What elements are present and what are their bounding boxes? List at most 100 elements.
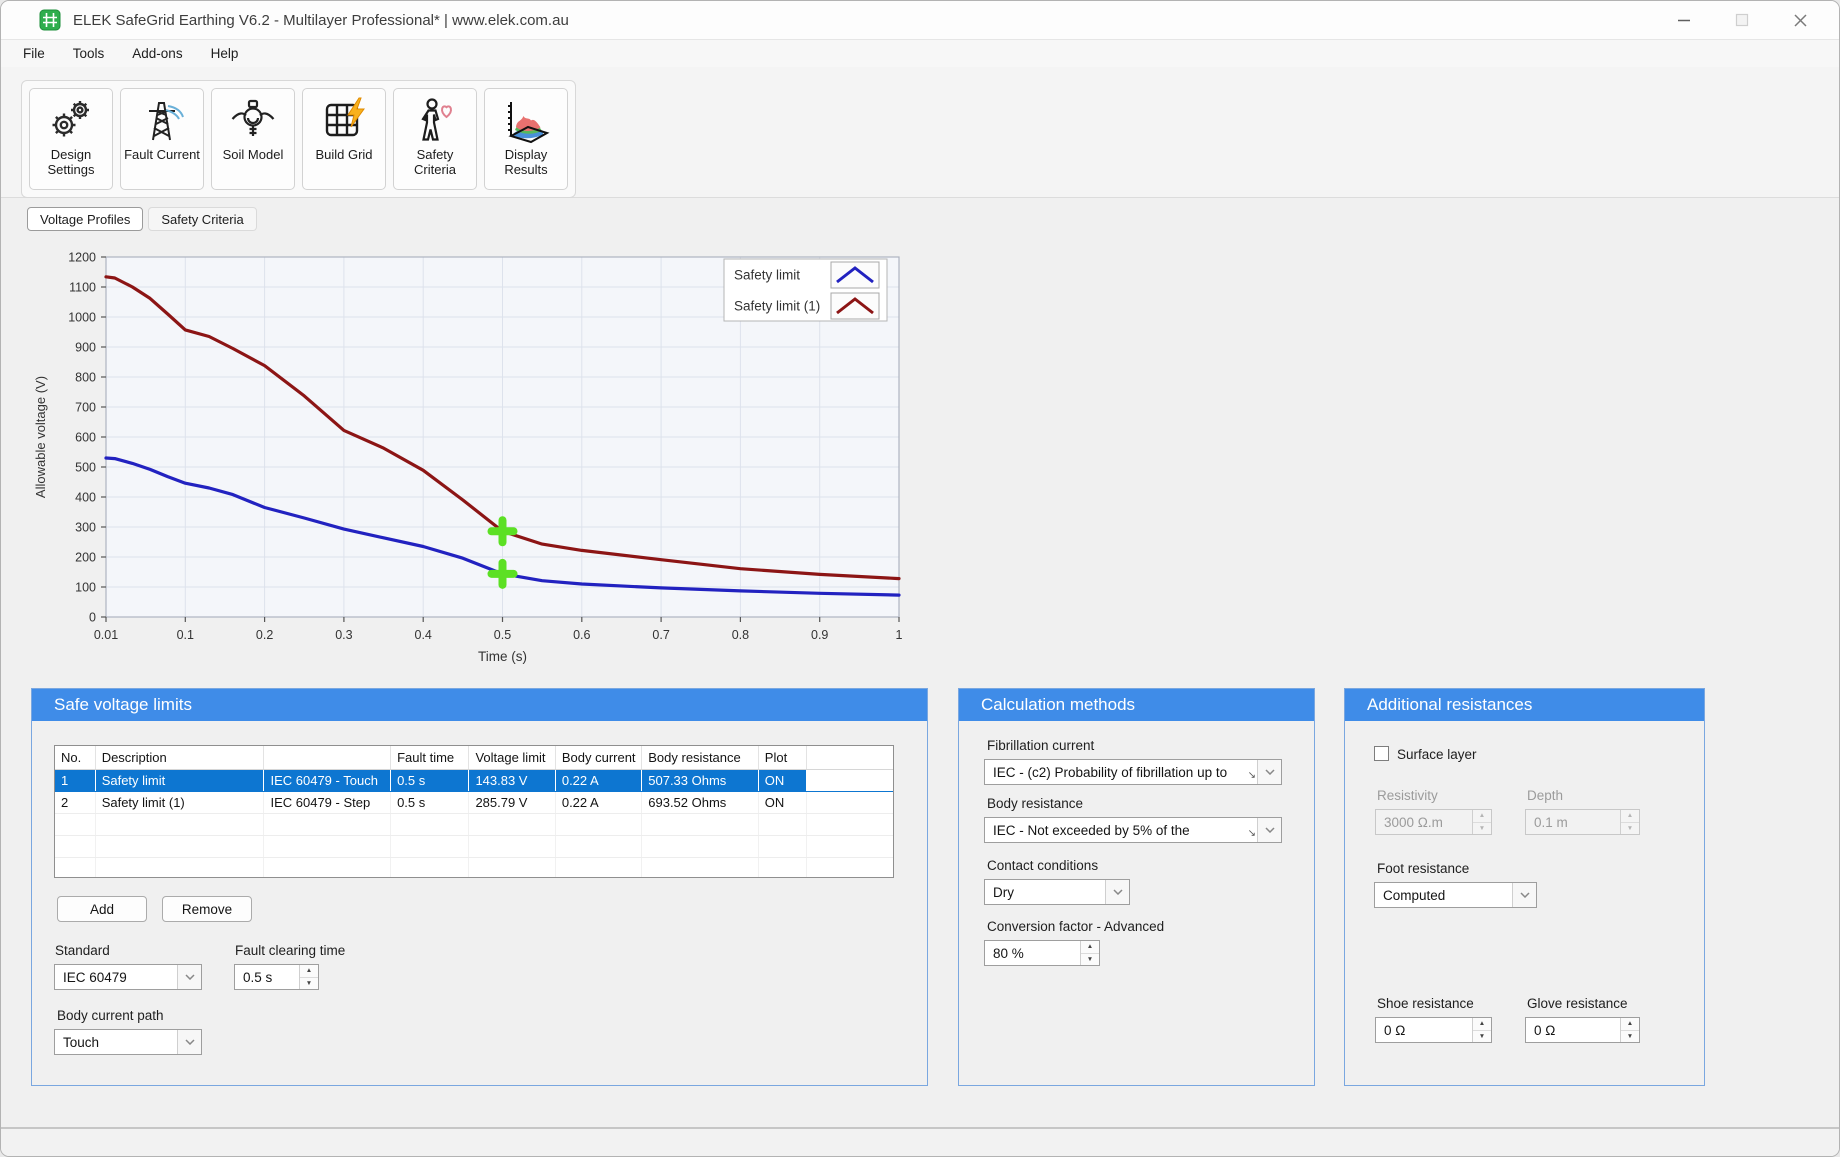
add-button[interactable]: Add [57, 896, 147, 922]
maximize-icon [1735, 13, 1749, 27]
menu-file[interactable]: File [9, 46, 59, 61]
display-results-button[interactable]: Display Results [484, 88, 568, 190]
toolbar-button-label: Design Settings [30, 147, 112, 178]
spin-down-icon: ▼ [1621, 823, 1639, 835]
shoe-resistance-label: Shoe resistance [1377, 996, 1474, 1011]
calculation-methods-panel: Calculation methods Fibrillation current… [958, 688, 1315, 1086]
chevron-down-icon [1512, 883, 1536, 907]
x-tick-label: 0.3 [335, 628, 352, 642]
safe-voltage-limits-panel: Safe voltage limits No.DescriptionFault … [31, 688, 928, 1086]
surface-layer-checkbox[interactable] [1374, 746, 1389, 761]
column-header: Fault time [391, 746, 469, 770]
transmission-tower-icon [138, 96, 186, 144]
fault-clearing-time-label: Fault clearing time [235, 943, 345, 958]
y-tick-label: 1000 [68, 311, 96, 325]
safe-voltage-limits-table: No.DescriptionFault timeVoltage limitBod… [54, 745, 894, 878]
additional-resistances-panel: Additional resistances Surface layer Res… [1344, 688, 1705, 1086]
shoe-resistance-spinner[interactable]: 0 Ω ▲▼ [1375, 1017, 1492, 1043]
y-tick-label: 500 [75, 461, 96, 475]
fault-current-button[interactable]: Fault Current [120, 88, 204, 190]
spin-up-icon: ▲ [1473, 810, 1491, 823]
column-header: Plot [758, 746, 806, 770]
soil-model-button[interactable]: Soil Model [211, 88, 295, 190]
fault-clearing-time-spinner[interactable]: 0.5 s ▲▼ [234, 964, 319, 990]
body-resistance-select[interactable]: IEC - Not exceeded by 5% of the ↘ [984, 817, 1282, 843]
spin-up-icon: ▲ [1621, 1018, 1639, 1031]
y-axis-title: Allowable voltage (V) [33, 376, 48, 498]
table-scrollbar-track[interactable] [807, 746, 893, 770]
y-tick-label: 100 [75, 581, 96, 595]
spin-up-icon: ▲ [300, 965, 318, 978]
standard-label: Standard [55, 943, 110, 958]
chevron-down-icon [177, 1030, 201, 1054]
tab-safety-criteria[interactable]: Safety Criteria [148, 207, 256, 231]
y-tick-label: 0 [89, 611, 96, 625]
spinner-buttons[interactable]: ▲▼ [1620, 1018, 1639, 1042]
foot-resistance-select[interactable]: Computed [1374, 882, 1537, 908]
standard-select[interactable]: IEC 60479 [54, 964, 202, 990]
y-tick-label: 600 [75, 431, 96, 445]
legend-label: Safety limit (1) [734, 299, 820, 314]
table-empty-row [55, 814, 893, 836]
y-tick-label: 1100 [69, 281, 96, 295]
spin-down-icon: ▼ [1621, 1031, 1639, 1043]
chevron-down-icon [1257, 818, 1281, 842]
fibrillation-current-select[interactable]: IEC - (c2) Probability of fibrillation u… [984, 759, 1282, 785]
resistivity-spinner: 3000 Ω.m ▲▼ [1375, 809, 1492, 835]
table-row[interactable]: 2Safety limit (1)IEC 60479 - Step0.5 s28… [55, 792, 893, 814]
spin-down-icon: ▼ [1473, 1031, 1491, 1043]
toolbar-button-label: Build Grid [315, 147, 372, 162]
build-grid-button[interactable]: Build Grid [302, 88, 386, 190]
body-resistance-label: Body resistance [987, 796, 1083, 811]
toolbar-button-label: Display Results [485, 147, 567, 178]
y-tick-label: 300 [75, 521, 96, 535]
surface-plot-icon [502, 96, 550, 144]
design-settings-button[interactable]: Design Settings [29, 88, 113, 190]
maximize-button[interactable] [1713, 1, 1771, 39]
window-title: ELEK SafeGrid Earthing V6.2 - Multilayer… [73, 12, 569, 29]
conversion-factor-label: Conversion factor - Advanced [987, 919, 1164, 934]
remove-button[interactable]: Remove [162, 896, 252, 922]
app-window: ELEK SafeGrid Earthing V6.2 - Multilayer… [0, 0, 1840, 1157]
surface-layer-label: Surface layer [1397, 747, 1477, 762]
glove-resistance-label: Glove resistance [1527, 996, 1628, 1011]
x-tick-label: 0.1 [177, 628, 194, 642]
x-tick-label: 0.8 [732, 628, 749, 642]
y-tick-label: 800 [75, 371, 96, 385]
table-empty-row [55, 836, 893, 858]
depth-label: Depth [1527, 788, 1563, 803]
menu-bar: File Tools Add-ons Help [1, 40, 1839, 67]
table-row[interactable]: 1Safety limitIEC 60479 - Touch0.5 s143.8… [55, 770, 893, 792]
spinner-buttons[interactable]: ▲▼ [1472, 1018, 1491, 1042]
contact-conditions-select[interactable]: Dry [984, 879, 1130, 905]
column-header [264, 746, 391, 770]
voltage-profiles-chart: 0100200300400500600700800900100011001200… [31, 245, 921, 685]
minimize-button[interactable] [1655, 1, 1713, 39]
close-icon [1793, 13, 1808, 28]
x-tick-label: 0.5 [494, 628, 511, 642]
close-button[interactable] [1771, 1, 1829, 39]
menu-tools[interactable]: Tools [59, 46, 119, 61]
menu-help[interactable]: Help [197, 46, 253, 61]
tab-voltage-profiles[interactable]: Voltage Profiles [27, 207, 143, 231]
chevron-down-icon [1105, 880, 1129, 904]
column-header: Description [95, 746, 264, 770]
x-tick-label: 0.7 [652, 628, 669, 642]
glove-resistance-spinner[interactable]: 0 Ω ▲▼ [1525, 1017, 1640, 1043]
spin-down-icon: ▼ [1081, 954, 1099, 966]
spinner-buttons[interactable]: ▲▼ [299, 965, 318, 989]
body-current-path-select[interactable]: Touch [54, 1029, 202, 1055]
spinner-buttons[interactable]: ▲▼ [1080, 941, 1099, 965]
safety-criteria-button[interactable]: Safety Criteria [393, 88, 477, 190]
body-current-path-label: Body current path [57, 1008, 164, 1023]
x-tick-label: 1 [896, 628, 903, 642]
column-header: Voltage limit [469, 746, 555, 770]
soil-auger-icon [229, 96, 277, 144]
legend-label: Safety limit [734, 268, 800, 283]
minimize-icon [1677, 13, 1691, 27]
column-header: Body current [555, 746, 641, 770]
conversion-factor-spinner[interactable]: 80 % ▲▼ [984, 940, 1100, 966]
chevron-down-icon [177, 965, 201, 989]
menu-addons[interactable]: Add-ons [118, 46, 196, 61]
text-overflow-icon: ↘ [1248, 760, 1257, 784]
